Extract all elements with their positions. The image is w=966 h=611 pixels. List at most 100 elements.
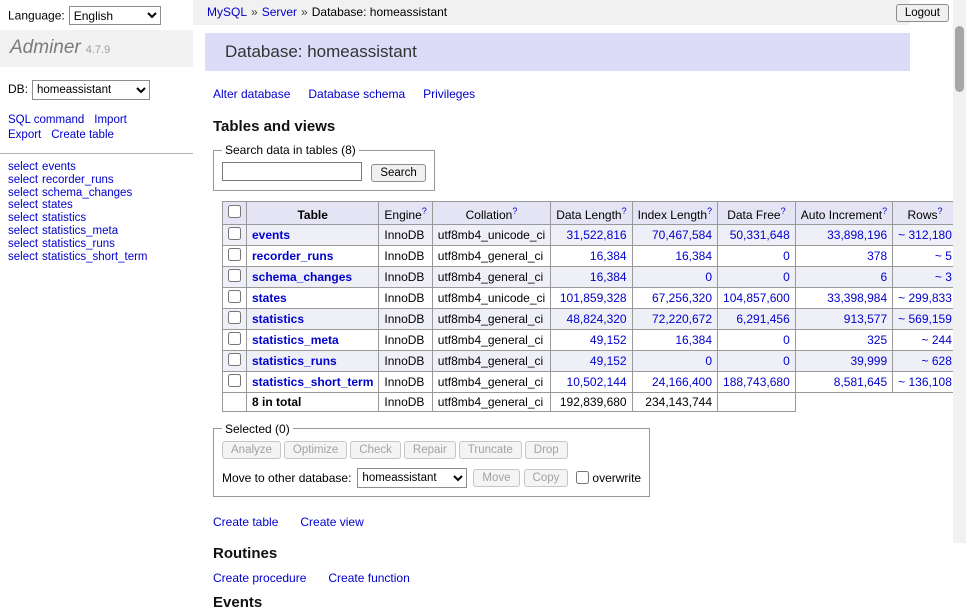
sidebar-select-link[interactable]: select: [8, 238, 38, 250]
data-free-link[interactable]: 104,857,600: [723, 291, 790, 305]
auto-increment-link[interactable]: 913,577: [844, 312, 887, 326]
row-checkbox[interactable]: [228, 353, 241, 366]
sidebar-select-link[interactable]: select: [8, 212, 38, 224]
db-select[interactable]: homeassistant: [32, 80, 150, 100]
auto-increment-link[interactable]: 8,581,645: [834, 375, 887, 389]
column-help-link[interactable]: ?: [707, 206, 712, 216]
sidebar-select-link[interactable]: select: [8, 251, 38, 263]
row-checkbox[interactable]: [228, 332, 241, 345]
selected-operation-button[interactable]: Drop: [525, 441, 568, 459]
sidebar-select-link[interactable]: select: [8, 225, 38, 237]
data-length-link[interactable]: 16,384: [590, 249, 627, 263]
index-length-link[interactable]: 0: [705, 270, 712, 284]
data-free-link[interactable]: 50,331,648: [730, 228, 790, 242]
data-free-link[interactable]: 0: [783, 249, 790, 263]
rows-link[interactable]: ~ 569,159: [898, 312, 952, 326]
rows-link[interactable]: ~ 299,833: [898, 291, 952, 305]
sidebar-action-link[interactable]: Export: [8, 128, 41, 143]
sidebar-table-link[interactable]: events: [42, 161, 76, 173]
sidebar-table-link[interactable]: statistics_meta: [42, 225, 118, 237]
selected-operation-button[interactable]: Check: [350, 441, 401, 459]
rows-link[interactable]: ~ 136,108: [898, 375, 952, 389]
table-name-link[interactable]: statistics_short_term: [252, 375, 373, 389]
selected-operation-button[interactable]: Repair: [404, 441, 456, 459]
index-length-link[interactable]: 67,256,320: [652, 291, 712, 305]
sidebar-table-link[interactable]: statistics_runs: [42, 238, 115, 250]
sidebar-action-link[interactable]: SQL command: [8, 113, 84, 128]
index-length-link[interactable]: 24,166,400: [652, 375, 712, 389]
sidebar-table-link[interactable]: statistics_short_term: [42, 251, 147, 263]
sidebar-select-link[interactable]: select: [8, 174, 38, 186]
rows-link[interactable]: ~ 5: [935, 249, 952, 263]
rows-link[interactable]: ~ 628: [922, 354, 952, 368]
table-name-link[interactable]: schema_changes: [252, 270, 352, 284]
database-action-link[interactable]: Alter database: [213, 87, 290, 101]
breadcrumb-server-link[interactable]: Server: [262, 5, 297, 19]
data-length-link[interactable]: 48,824,320: [567, 312, 627, 326]
index-length-link[interactable]: 16,384: [675, 249, 712, 263]
table-name-link[interactable]: states: [252, 291, 287, 305]
app-logo[interactable]: Adminer: [10, 37, 81, 58]
row-checkbox[interactable]: [228, 290, 241, 303]
rows-link[interactable]: ~ 244: [922, 333, 952, 347]
auto-increment-link[interactable]: 378: [867, 249, 887, 263]
auto-increment-link[interactable]: 39,999: [850, 354, 887, 368]
search-input[interactable]: [222, 162, 362, 181]
data-length-link[interactable]: 16,384: [590, 270, 627, 284]
data-free-link[interactable]: 0: [783, 270, 790, 284]
selected-operation-button[interactable]: Truncate: [459, 441, 522, 459]
sidebar-table-link[interactable]: recorder_runs: [42, 174, 114, 186]
data-free-link[interactable]: 188,743,680: [723, 375, 790, 389]
sidebar-table-link[interactable]: states: [42, 199, 73, 211]
data-length-link[interactable]: 31,522,816: [567, 228, 627, 242]
sidebar-action-link[interactable]: Import: [94, 113, 127, 128]
column-help-link[interactable]: ?: [622, 206, 627, 216]
column-help-link[interactable]: ?: [882, 206, 887, 216]
auto-increment-link[interactable]: 33,898,196: [827, 228, 887, 242]
table-name-link[interactable]: events: [252, 228, 290, 242]
column-help-link[interactable]: ?: [938, 206, 943, 216]
scrollbar-track[interactable]: [953, 0, 966, 543]
sidebar-action-link[interactable]: Create table: [51, 128, 114, 143]
rows-link[interactable]: ~ 3: [935, 270, 952, 284]
breadcrumb-mysql-link[interactable]: MySQL: [207, 5, 247, 19]
selected-operation-button[interactable]: Optimize: [284, 441, 347, 459]
sidebar-select-link[interactable]: select: [8, 187, 38, 199]
database-action-link[interactable]: Privileges: [423, 87, 475, 101]
row-checkbox[interactable]: [228, 227, 241, 240]
rows-link[interactable]: ~ 312,180: [898, 228, 952, 242]
copy-button[interactable]: Copy: [524, 469, 569, 487]
data-free-link[interactable]: 0: [783, 354, 790, 368]
index-length-link[interactable]: 16,384: [675, 333, 712, 347]
data-free-link[interactable]: 6,291,456: [736, 312, 789, 326]
table-name-link[interactable]: statistics_runs: [252, 354, 337, 368]
index-length-link[interactable]: 70,467,584: [652, 228, 712, 242]
auto-increment-link[interactable]: 33,398,984: [827, 291, 887, 305]
table-name-link[interactable]: statistics: [252, 312, 304, 326]
language-select[interactable]: English: [69, 6, 161, 25]
database-action-link[interactable]: Database schema: [308, 87, 405, 101]
data-free-link[interactable]: 0: [783, 333, 790, 347]
row-checkbox[interactable]: [228, 248, 241, 261]
data-length-link[interactable]: 10,502,144: [567, 375, 627, 389]
logout-button[interactable]: Logout: [896, 4, 949, 22]
column-help-link[interactable]: ?: [422, 206, 427, 216]
auto-increment-link[interactable]: 325: [867, 333, 887, 347]
index-length-link[interactable]: 0: [705, 354, 712, 368]
overwrite-checkbox[interactable]: [576, 471, 589, 484]
table-name-link[interactable]: statistics_meta: [252, 333, 339, 347]
sidebar-select-link[interactable]: select: [8, 161, 38, 173]
move-button[interactable]: Move: [473, 469, 519, 487]
create-link[interactable]: Create view: [300, 515, 363, 529]
table-name-link[interactable]: recorder_runs: [252, 249, 333, 263]
move-db-select[interactable]: homeassistant: [357, 468, 467, 488]
scrollbar-thumb[interactable]: [955, 26, 964, 92]
data-length-link[interactable]: 101,859,328: [560, 291, 627, 305]
column-help-link[interactable]: ?: [781, 206, 786, 216]
index-length-link[interactable]: 72,220,672: [652, 312, 712, 326]
routine-create-link[interactable]: Create procedure: [213, 571, 306, 585]
column-help-link[interactable]: ?: [512, 206, 517, 216]
row-checkbox[interactable]: [228, 374, 241, 387]
sidebar-table-link[interactable]: schema_changes: [42, 187, 132, 199]
routine-create-link[interactable]: Create function: [328, 571, 409, 585]
